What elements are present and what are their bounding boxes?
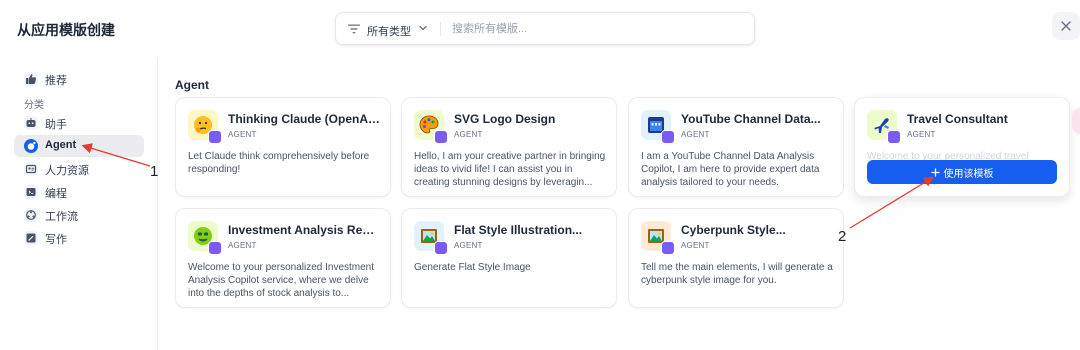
writing-icon: [24, 231, 38, 245]
card-type: AGENT: [681, 241, 710, 250]
sidebar-item-label: 助手: [45, 119, 67, 131]
card-type: AGENT: [228, 241, 257, 250]
template-card[interactable]: Investment Analysis Repo... AGENT Welcom…: [175, 208, 391, 308]
agent-badge-icon: [208, 130, 222, 144]
category-sidebar: 推荐 分类 助手 Agent 人力资源 编程 工作流 写作: [0, 58, 158, 350]
annotation-label-1: 1: [150, 163, 159, 180]
filter-icon[interactable]: [348, 24, 360, 34]
sidebar-item-hr[interactable]: 人力资源: [14, 158, 144, 180]
card-title: Thinking Claude (OpenAI...: [228, 112, 380, 126]
close-button[interactable]: [1052, 12, 1080, 40]
category-heading: 分类: [24, 100, 44, 111]
side-decoration: [1072, 108, 1080, 134]
card-type: AGENT: [454, 130, 483, 139]
sidebar-item-agent[interactable]: Agent: [14, 135, 144, 157]
card-description: Tell me the main elements, I will genera…: [641, 262, 833, 286]
type-filter-select[interactable]: 所有类型: [367, 23, 411, 39]
hr-icon: [24, 162, 38, 176]
card-description: Hello, I am your creative partner in bri…: [414, 151, 606, 188]
create-from-template-dialog: 从应用模版创建 所有类型 推荐 分: [0, 0, 1080, 350]
sidebar-item-label: 写作: [45, 234, 67, 246]
dialog-header: 从应用模版创建 所有类型: [0, 0, 1080, 58]
sidebar-item-coding[interactable]: 编程: [14, 181, 144, 203]
agent-badge-icon: [887, 130, 901, 144]
agent-icon: [24, 139, 38, 153]
sidebar-item-label: 人力资源: [45, 165, 89, 177]
sidebar-item-recommended[interactable]: 推荐: [14, 68, 144, 90]
agent-badge-icon: [661, 130, 675, 144]
search-divider: [440, 22, 441, 36]
card-description: Welcome to your personalized Investment …: [188, 262, 375, 299]
card-title: YouTube Channel Data...: [681, 112, 821, 126]
sidebar-item-label: 推荐: [45, 75, 67, 87]
card-title: Travel Consultant: [907, 112, 1008, 126]
card-type: AGENT: [454, 241, 483, 250]
code-icon: [24, 185, 38, 199]
annotation-label-2: 2: [838, 228, 847, 245]
sidebar-item-workflow[interactable]: 工作流: [14, 204, 144, 226]
sidebar-item-label: 工作流: [45, 211, 78, 223]
sidebar-item-label: 编程: [45, 188, 67, 200]
card-description: Let Claude think comprehensively before …: [188, 151, 370, 175]
agent-badge-icon: [434, 241, 448, 255]
workflow-icon: [24, 208, 38, 222]
close-icon: [1061, 21, 1071, 31]
use-template-button[interactable]: 使用该模板: [867, 160, 1057, 184]
template-card[interactable]: Cyberpunk Style... AGENT Tell me the mai…: [628, 208, 844, 308]
thumbs-up-icon: [24, 72, 38, 86]
card-title: Flat Style Illustration...: [454, 223, 583, 237]
search-bar: 所有类型: [335, 12, 755, 45]
card-title: Investment Analysis Repo...: [228, 223, 380, 237]
chevron-down-icon[interactable]: [418, 23, 428, 33]
sidebar-item-writing[interactable]: 写作: [14, 227, 144, 249]
card-title: SVG Logo Design: [454, 112, 556, 126]
agent-badge-icon: [434, 130, 448, 144]
use-template-label: 使用该模板: [943, 168, 994, 180]
search-input[interactable]: [452, 20, 742, 38]
plus-icon: [930, 167, 940, 177]
dialog-title: 从应用模版创建: [17, 22, 115, 38]
card-description: I am a YouTube Channel Data Analysis Cop…: [641, 151, 820, 188]
card-type: AGENT: [228, 130, 257, 139]
section-title: Agent: [175, 78, 209, 92]
card-description: Generate Flat Style Image: [414, 262, 531, 273]
sidebar-item-label: Agent: [45, 139, 77, 151]
card-title: Cyberpunk Style...: [681, 223, 786, 237]
agent-badge-icon: [661, 241, 675, 255]
sidebar-item-assistant[interactable]: 助手: [14, 112, 144, 134]
agent-badge-icon: [208, 241, 222, 255]
template-card[interactable]: SVG Logo Design AGENT Hello, I am your c…: [401, 97, 617, 197]
card-type: AGENT: [907, 130, 936, 139]
template-card[interactable]: YouTube Channel Data... AGENT I am a You…: [628, 97, 844, 197]
assistant-icon: [24, 116, 38, 130]
card-type: AGENT: [681, 130, 710, 139]
template-card[interactable]: Flat Style Illustration... AGENT Generat…: [401, 208, 617, 308]
template-card-hovered[interactable]: Travel Consultant AGENT Welcome to your …: [854, 97, 1070, 197]
template-card[interactable]: Thinking Claude (OpenAI... AGENT Let Cla…: [175, 97, 391, 197]
